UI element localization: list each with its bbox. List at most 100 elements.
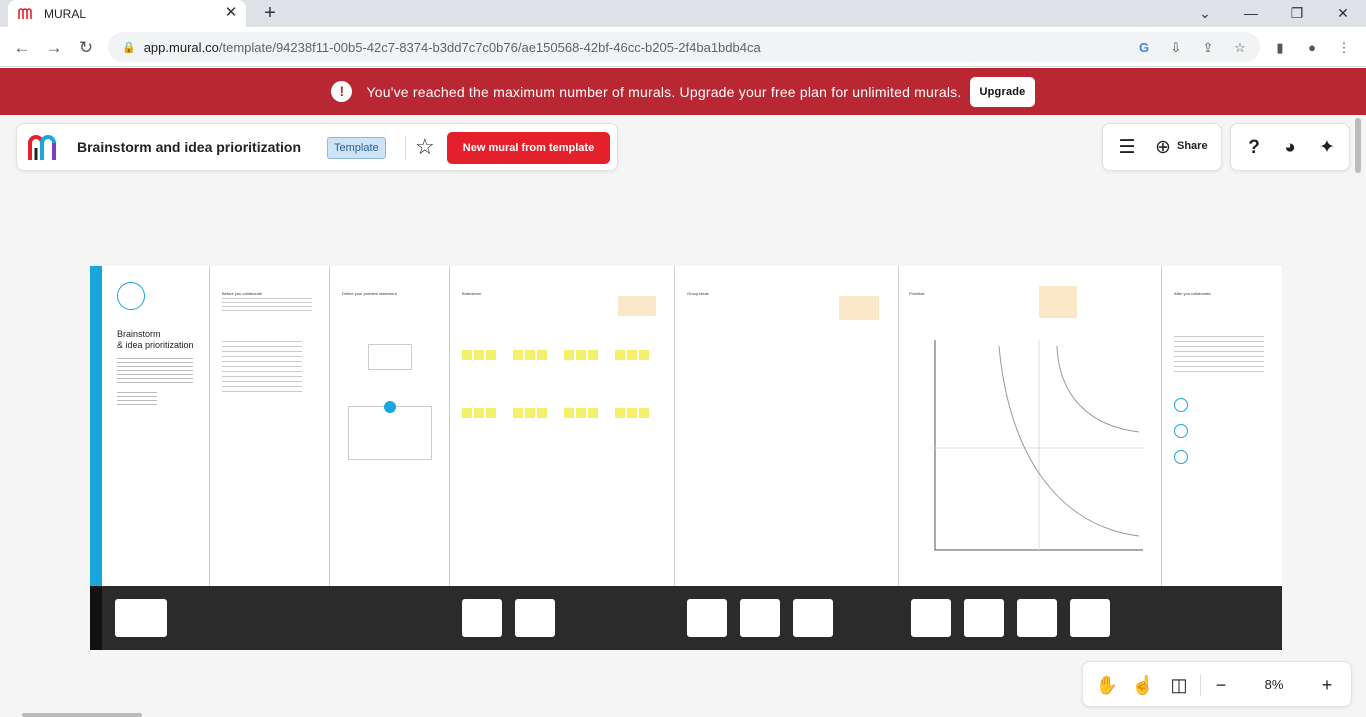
template-badge: Template [327, 137, 386, 159]
section-text [1174, 336, 1264, 376]
problem-statement-box [368, 344, 412, 370]
sticky-note[interactable] [588, 350, 598, 360]
address-bar[interactable]: 🔒 app.mural.co/template/94238f11-00b5-42… [108, 32, 1260, 62]
lightbulb-icon [117, 282, 145, 310]
sticky-note[interactable] [525, 408, 535, 418]
thumbnail [740, 599, 780, 637]
sticky-note[interactable] [486, 408, 496, 418]
vertical-scrollbar[interactable] [1355, 118, 1361, 173]
help-icon[interactable]: ? [1242, 136, 1266, 160]
sticky-note[interactable] [639, 350, 649, 360]
intro-text [117, 358, 193, 386]
outline-icon[interactable]: ☰ [1115, 136, 1139, 160]
side-panel-icon[interactable]: ▮ [1272, 40, 1288, 56]
thumbnail-strip [90, 586, 1282, 650]
note-card [839, 296, 879, 320]
profile-avatar-icon[interactable]: ● [1304, 40, 1320, 56]
sticky-note[interactable] [486, 350, 496, 360]
user-avatar-icon[interactable]: ◕ [1278, 136, 1302, 160]
section-title: Prioritize [909, 291, 925, 296]
google-icon[interactable]: G [1136, 40, 1152, 56]
tab-title: MURAL [44, 6, 87, 21]
sticky-note[interactable] [474, 350, 484, 360]
section-text [222, 298, 312, 312]
upgrade-banner: ! You've reached the maximum number of m… [0, 68, 1366, 115]
zoom-in-icon[interactable]: + [1315, 673, 1339, 697]
sticky-note[interactable] [525, 350, 535, 360]
sticky-note[interactable] [576, 408, 586, 418]
new-mural-from-template-button[interactable]: New mural from template [447, 132, 610, 164]
upgrade-button[interactable]: Upgrade [970, 76, 1035, 107]
template-board[interactable]: Brainstorm & idea prioritization Before … [90, 266, 1282, 650]
tip-icon [384, 401, 396, 413]
new-tab-icon[interactable]: + [259, 2, 281, 24]
help-card: ? ◕ ✦ [1230, 123, 1350, 171]
strip-accent [90, 586, 102, 650]
install-icon[interactable]: ⇩ [1168, 40, 1184, 56]
thumbnail [462, 599, 502, 637]
horizontal-scrollbar[interactable] [22, 713, 142, 717]
section-title: After you collaborate [1174, 291, 1211, 296]
sticky-note[interactable] [627, 408, 637, 418]
alert-icon: ! [331, 81, 353, 102]
restore-icon[interactable]: ❐ [1274, 0, 1320, 27]
sticky-note[interactable] [462, 408, 472, 418]
sticky-note[interactable] [537, 350, 547, 360]
thumbnail [687, 599, 727, 637]
url-path: /template/94238f11-00b5-42c7-8374-b3dd7c… [218, 39, 761, 55]
sticky-note[interactable] [576, 350, 586, 360]
divider [405, 136, 406, 160]
sticky-note[interactable] [537, 408, 547, 418]
sticky-note[interactable] [513, 350, 523, 360]
banner-message: You've reached the maximum number of mur… [366, 83, 962, 100]
thumbnail [515, 599, 555, 637]
mural-title-card: Brainstorm and idea prioritization Templ… [16, 123, 618, 171]
share-page-icon[interactable]: ⇪ [1200, 40, 1216, 56]
add-user-icon[interactable]: ⊕ [1151, 136, 1175, 160]
window-close-icon[interactable]: ✕ [1320, 0, 1366, 27]
close-tab-icon[interactable]: ✕ [222, 4, 240, 22]
sticky-note[interactable] [588, 408, 598, 418]
browser-tab[interactable]: MURAL ✕ [8, 0, 246, 27]
sticky-note[interactable] [462, 350, 472, 360]
share-card: ☰ ⊕ Share [1102, 123, 1222, 171]
browser-menu-icon[interactable]: ⋮ [1336, 40, 1352, 56]
intro-title-line1: Brainstorm [117, 329, 161, 339]
mural-title[interactable]: Brainstorm and idea prioritization [77, 139, 301, 155]
sticky-note[interactable] [615, 350, 625, 360]
ai-sparkle-icon[interactable]: ✦ [1315, 136, 1339, 160]
minimize-icon[interactable]: — [1228, 0, 1274, 27]
sticky-note[interactable] [564, 350, 574, 360]
section-title: Group ideas [687, 291, 709, 296]
bookmark-star-icon[interactable]: ☆ [1232, 40, 1248, 56]
sticky-note[interactable] [615, 408, 625, 418]
intro-title-line2: & idea prioritization [117, 340, 194, 350]
reload-icon[interactable]: ↻ [73, 35, 99, 61]
back-icon[interactable]: ← [9, 35, 35, 61]
resource-icon [1174, 424, 1188, 438]
hand-tool-icon[interactable]: ✋ [1095, 673, 1119, 697]
sticky-note[interactable] [474, 408, 484, 418]
section-title: Before you collaborate [222, 291, 263, 296]
thumbnail [793, 599, 833, 637]
resource-icon [1174, 398, 1188, 412]
forward-icon[interactable]: → [41, 35, 67, 61]
zoom-out-icon[interactable]: − [1209, 673, 1233, 697]
share-button[interactable]: Share [1177, 140, 1208, 152]
zoom-level[interactable]: 8% [1251, 677, 1297, 692]
sticky-note[interactable] [513, 408, 523, 418]
tips-box [348, 406, 432, 460]
sticky-note[interactable] [564, 408, 574, 418]
lock-icon: 🔒 [122, 41, 136, 54]
map-icon[interactable]: ◫ [1167, 673, 1191, 697]
zoom-toolbar: ✋ ☝ ◫ − 8% + [1082, 661, 1352, 707]
favorite-star-icon[interactable]: ☆ [415, 135, 435, 159]
thumbnail [1070, 599, 1110, 637]
sticky-note[interactable] [627, 350, 637, 360]
select-tool-icon[interactable]: ☝ [1131, 673, 1155, 697]
tab-search-icon[interactable]: ⌄ [1182, 0, 1228, 27]
section-title: Brainstorm [462, 291, 482, 296]
sticky-note[interactable] [639, 408, 649, 418]
resource-icon [1174, 450, 1188, 464]
browser-toolbar: ← → ↻ 🔒 app.mural.co/template/94238f11-0… [0, 27, 1366, 67]
